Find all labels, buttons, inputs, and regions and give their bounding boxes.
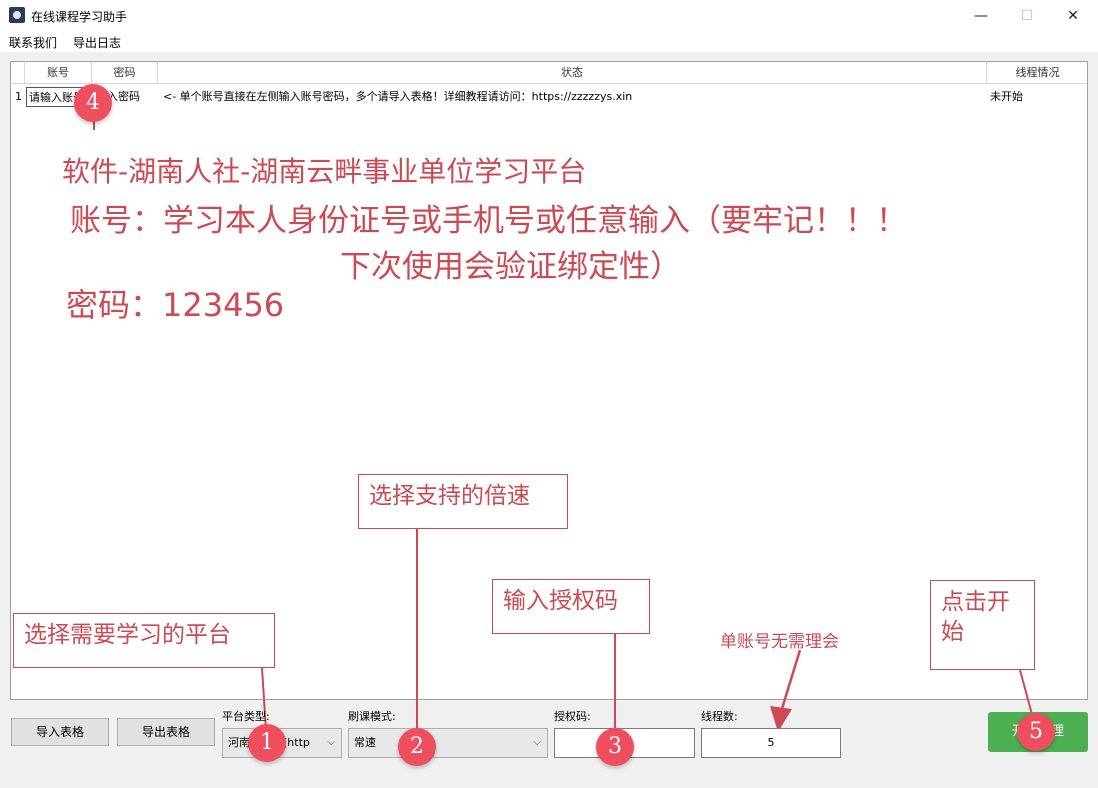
auth-code-label: 授权码: <box>554 710 591 723</box>
marker-3: 3 <box>596 728 634 766</box>
thread-count-input[interactable]: 5 <box>701 728 841 758</box>
callout-speed: 选择支持的倍速 <box>358 474 568 529</box>
mode-label: 刷课模式: <box>348 710 396 723</box>
callout-platform: 选择需要学习的平台 <box>13 613 275 668</box>
chevron-down-icon: ⌵ <box>533 737 541 748</box>
mode-select[interactable]: 常速 ⌵ <box>348 728 548 758</box>
single-account-note: 单账号无需理会 <box>720 632 839 652</box>
thread-count-label: 线程数: <box>701 710 738 723</box>
marker-2: 2 <box>398 728 436 766</box>
import-table-button[interactable]: 导入表格 <box>11 718 109 746</box>
platform-type-label: 平台类型: <box>222 710 270 723</box>
callout-auth-code: 输入授权码 <box>492 579 650 634</box>
callout-start: 点击开始 <box>930 580 1035 670</box>
marker-1: 1 <box>248 724 286 762</box>
chevron-down-icon: ⌵ <box>327 737 335 748</box>
export-table-button[interactable]: 导出表格 <box>117 718 215 746</box>
marker-5: 5 <box>1017 713 1055 751</box>
mode-value: 常速 <box>354 736 376 749</box>
single-note-arrow-line <box>779 649 802 713</box>
marker-4: 4 <box>74 84 112 122</box>
